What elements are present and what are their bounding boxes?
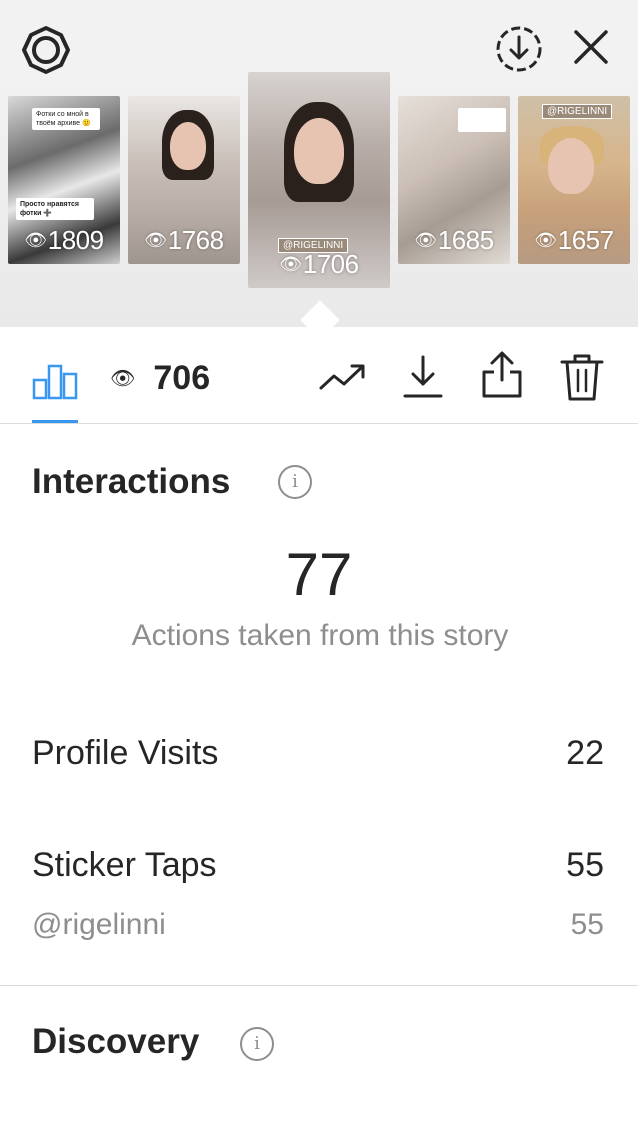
trash-icon	[560, 354, 604, 401]
download-icon	[403, 355, 443, 398]
eye-icon: 👁	[110, 367, 136, 390]
eye-icon: 👁	[414, 230, 437, 250]
story-view-number: 1706	[302, 249, 359, 279]
story-view-count: 👁1768	[128, 225, 240, 256]
story-view-count: 👁1685	[398, 225, 510, 256]
close-icon	[574, 30, 608, 64]
sticker-taps-label: Sticker Taps	[32, 846, 217, 884]
story-view-number: 1657	[557, 225, 614, 255]
viewers-button[interactable]: 👁 706	[110, 356, 210, 400]
story-thumbnail[interactable]: Фотки со мной в твоём архиве 🙂 Просто нр…	[8, 96, 120, 264]
story-view-count: 👁1706	[248, 249, 390, 280]
trending-up-icon	[319, 364, 365, 390]
view-count: 706	[153, 358, 211, 397]
interactions-title: Interactions	[32, 462, 231, 501]
bar-chart-icon	[32, 364, 78, 400]
promote-button[interactable]	[318, 360, 368, 394]
download-all-button[interactable]	[494, 24, 544, 74]
story-caption-text: Просто нравятся фотки ➕	[16, 198, 94, 220]
bar-divider	[0, 423, 638, 424]
eye-icon: 👁	[534, 230, 557, 250]
sticker-mention-label: @rigelinni	[32, 908, 166, 941]
eye-icon: 👁	[279, 254, 302, 274]
close-button[interactable]	[568, 24, 614, 70]
sticker-mention-value: 55	[570, 908, 604, 941]
interactions-caption: Actions taken from this story	[131, 619, 509, 652]
sticker-taps-value: 55	[566, 846, 604, 884]
story-thumbnail[interactable]: 👁1685	[398, 96, 510, 264]
save-button[interactable]	[402, 354, 444, 400]
story-insights-screen: Фотки со мной в твоём архиве 🙂 Просто нр…	[0, 0, 638, 1136]
story-thumbnail[interactable]: 👁1768	[128, 96, 240, 264]
settings-button[interactable]	[20, 24, 72, 76]
story-mention-sticker: @RIGELINNI	[542, 104, 613, 119]
interactions-info-icon[interactable]: i	[278, 465, 312, 499]
story-view-number: 1685	[437, 225, 494, 255]
profile-visits-value: 22	[566, 734, 604, 772]
story-thumbnail-selected[interactable]: @RIGELINNI 👁1706	[248, 72, 390, 288]
story-view-number: 1809	[47, 225, 104, 255]
interactions-total: 77	[285, 541, 353, 608]
section-divider	[0, 985, 638, 986]
story-photo-face	[294, 118, 344, 184]
story-view-number: 1768	[167, 225, 224, 255]
delete-button[interactable]	[558, 352, 606, 402]
story-sticker-text: Фотки со мной в твоём архиве 🙂	[32, 108, 100, 130]
story-sticker	[458, 108, 506, 132]
story-thumbnail[interactable]: @RIGELINNI 👁1657	[518, 96, 630, 264]
discovery-info-icon[interactable]: i	[240, 1027, 274, 1061]
insights-tab[interactable]	[32, 360, 78, 400]
share-button[interactable]	[478, 350, 526, 400]
story-tray: Фотки со мной в твоём архиве 🙂 Просто нр…	[0, 0, 638, 327]
story-photo-face	[170, 122, 206, 170]
eye-icon: 👁	[144, 230, 167, 250]
story-view-count: 👁1809	[8, 225, 120, 256]
story-view-count: 👁1657	[518, 225, 630, 256]
share-icon	[482, 351, 522, 398]
discovery-title: Discovery	[32, 1022, 200, 1061]
story-photo-face	[548, 138, 594, 194]
download-circle-icon	[496, 26, 542, 72]
gear-icon	[22, 26, 70, 74]
eye-icon: 👁	[24, 230, 47, 250]
profile-visits-label: Profile Visits	[32, 734, 219, 772]
